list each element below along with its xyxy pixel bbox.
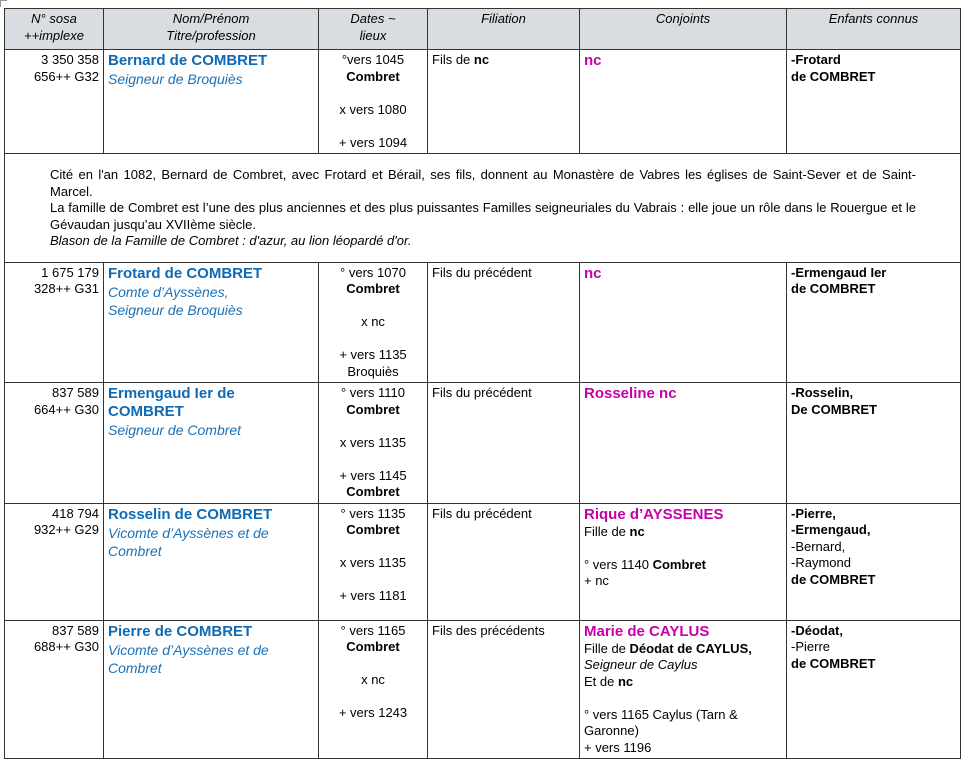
table-row: 3 350 358 656++ G32 Bernard de COMBRET Sei… bbox=[4, 49, 961, 154]
header-dates: Dates ~ lieux bbox=[318, 8, 428, 50]
genealogy-table: N° sosa ++implexe Nom/Prénom Titre/profess… bbox=[4, 8, 961, 759]
corner-marker bbox=[0, 0, 7, 7]
header-name: Nom/Prénom Titre/profession bbox=[103, 8, 319, 50]
header-filiation: Filiation bbox=[427, 8, 580, 50]
header-row: N° sosa ++implexe Nom/Prénom Titre/profess… bbox=[4, 8, 961, 50]
sosa-cell: 837 589 688++ G30 bbox=[4, 619, 104, 759]
person-cell: Bernard de COMBRET Seigneur de Broquiès bbox=[103, 49, 319, 154]
filiation-cell: Fils du précédent bbox=[427, 261, 580, 383]
spouse-cell: Rosseline nc bbox=[579, 382, 787, 504]
filiation-cell: Fils du précédent bbox=[427, 382, 580, 504]
person-cell: Ermengaud Ier de COMBRET Seigneur de Comb… bbox=[103, 382, 319, 504]
person-cell: Frotard de COMBRET Comte d’Ayssènes, Seign… bbox=[103, 261, 319, 383]
dates-cell: ° vers 1165 Combret x nc + vers 1243 bbox=[318, 619, 428, 759]
table-row: 837 589 664++ G30 Ermengaud Ier de COMBRE… bbox=[4, 382, 961, 504]
person-cell: Rosselin de COMBRET Vicomte d’Ayssènes et… bbox=[103, 502, 319, 621]
table-row: 1 675 179 328++ G31 Frotard de COMBRET Com… bbox=[4, 261, 961, 383]
dates-cell: ° vers 1110 Combret x vers 1135 + vers 11… bbox=[318, 382, 428, 504]
sosa-cell: 1 675 179 328++ G31 bbox=[4, 261, 104, 383]
table-row: 837 589 688++ G30 Pierre de COMBRET Vicomt… bbox=[4, 619, 961, 759]
blason-line: Blason de la Famille de Combret : d'azur… bbox=[50, 233, 412, 248]
table-row: 418 794 932++ G29 Rosselin de COMBRET Vico… bbox=[4, 502, 961, 621]
person-cell: Pierre de COMBRET Vicomte d’Ayssènes et d… bbox=[103, 619, 319, 759]
children-cell: -Ermengaud Ier de COMBRET bbox=[786, 261, 961, 383]
dates-cell: ° vers 1135 Combret x vers 1135 + vers 11… bbox=[318, 502, 428, 621]
note-cell: Cité en l'an 1082, Bernard de Combret, a… bbox=[4, 153, 961, 263]
sosa-cell: 837 589 664++ G30 bbox=[4, 382, 104, 504]
filiation-cell: Fils des précédents bbox=[427, 619, 580, 759]
filiation-cell: Fils de nc bbox=[427, 49, 580, 154]
dates-cell: ° vers 1070 Combret x nc + vers 1135 Broqu… bbox=[318, 261, 428, 383]
note-row: Cité en l'an 1082, Bernard de Combret, a… bbox=[4, 153, 961, 263]
spouse-cell: nc bbox=[579, 49, 787, 154]
spouse-cell: nc bbox=[579, 261, 787, 383]
children-cell: -Rosselin, De COMBRET bbox=[786, 382, 961, 504]
children-cell: -Déodat, -Pierre de COMBRET bbox=[786, 619, 961, 759]
header-children: Enfants connus bbox=[786, 8, 961, 50]
children-cell: -Pierre, -Ermengaud, -Bernard, -Raymond de… bbox=[786, 502, 961, 621]
children-cell: -Frotard de COMBRET bbox=[786, 49, 961, 154]
header-spouses: Conjoints bbox=[579, 8, 787, 50]
dates-cell: °vers 1045 Combret x vers 1080 + vers 109… bbox=[318, 49, 428, 154]
note-line: La famille de Combret est l’une des plus… bbox=[50, 200, 916, 232]
spouse-cell: Rique d’AYSSENES Fille de nc ° vers 1140… bbox=[579, 502, 787, 621]
note-line: Cité en l'an 1082, Bernard de Combret, a… bbox=[50, 167, 916, 199]
sosa-cell: 3 350 358 656++ G32 bbox=[4, 49, 104, 154]
header-sosa: N° sosa ++implexe bbox=[4, 8, 104, 50]
spouse-cell: Marie de CAYLUS Fille de Déodat de CAYLU… bbox=[579, 619, 787, 759]
sosa-cell: 418 794 932++ G29 bbox=[4, 502, 104, 621]
filiation-cell: Fils du précédent bbox=[427, 502, 580, 621]
